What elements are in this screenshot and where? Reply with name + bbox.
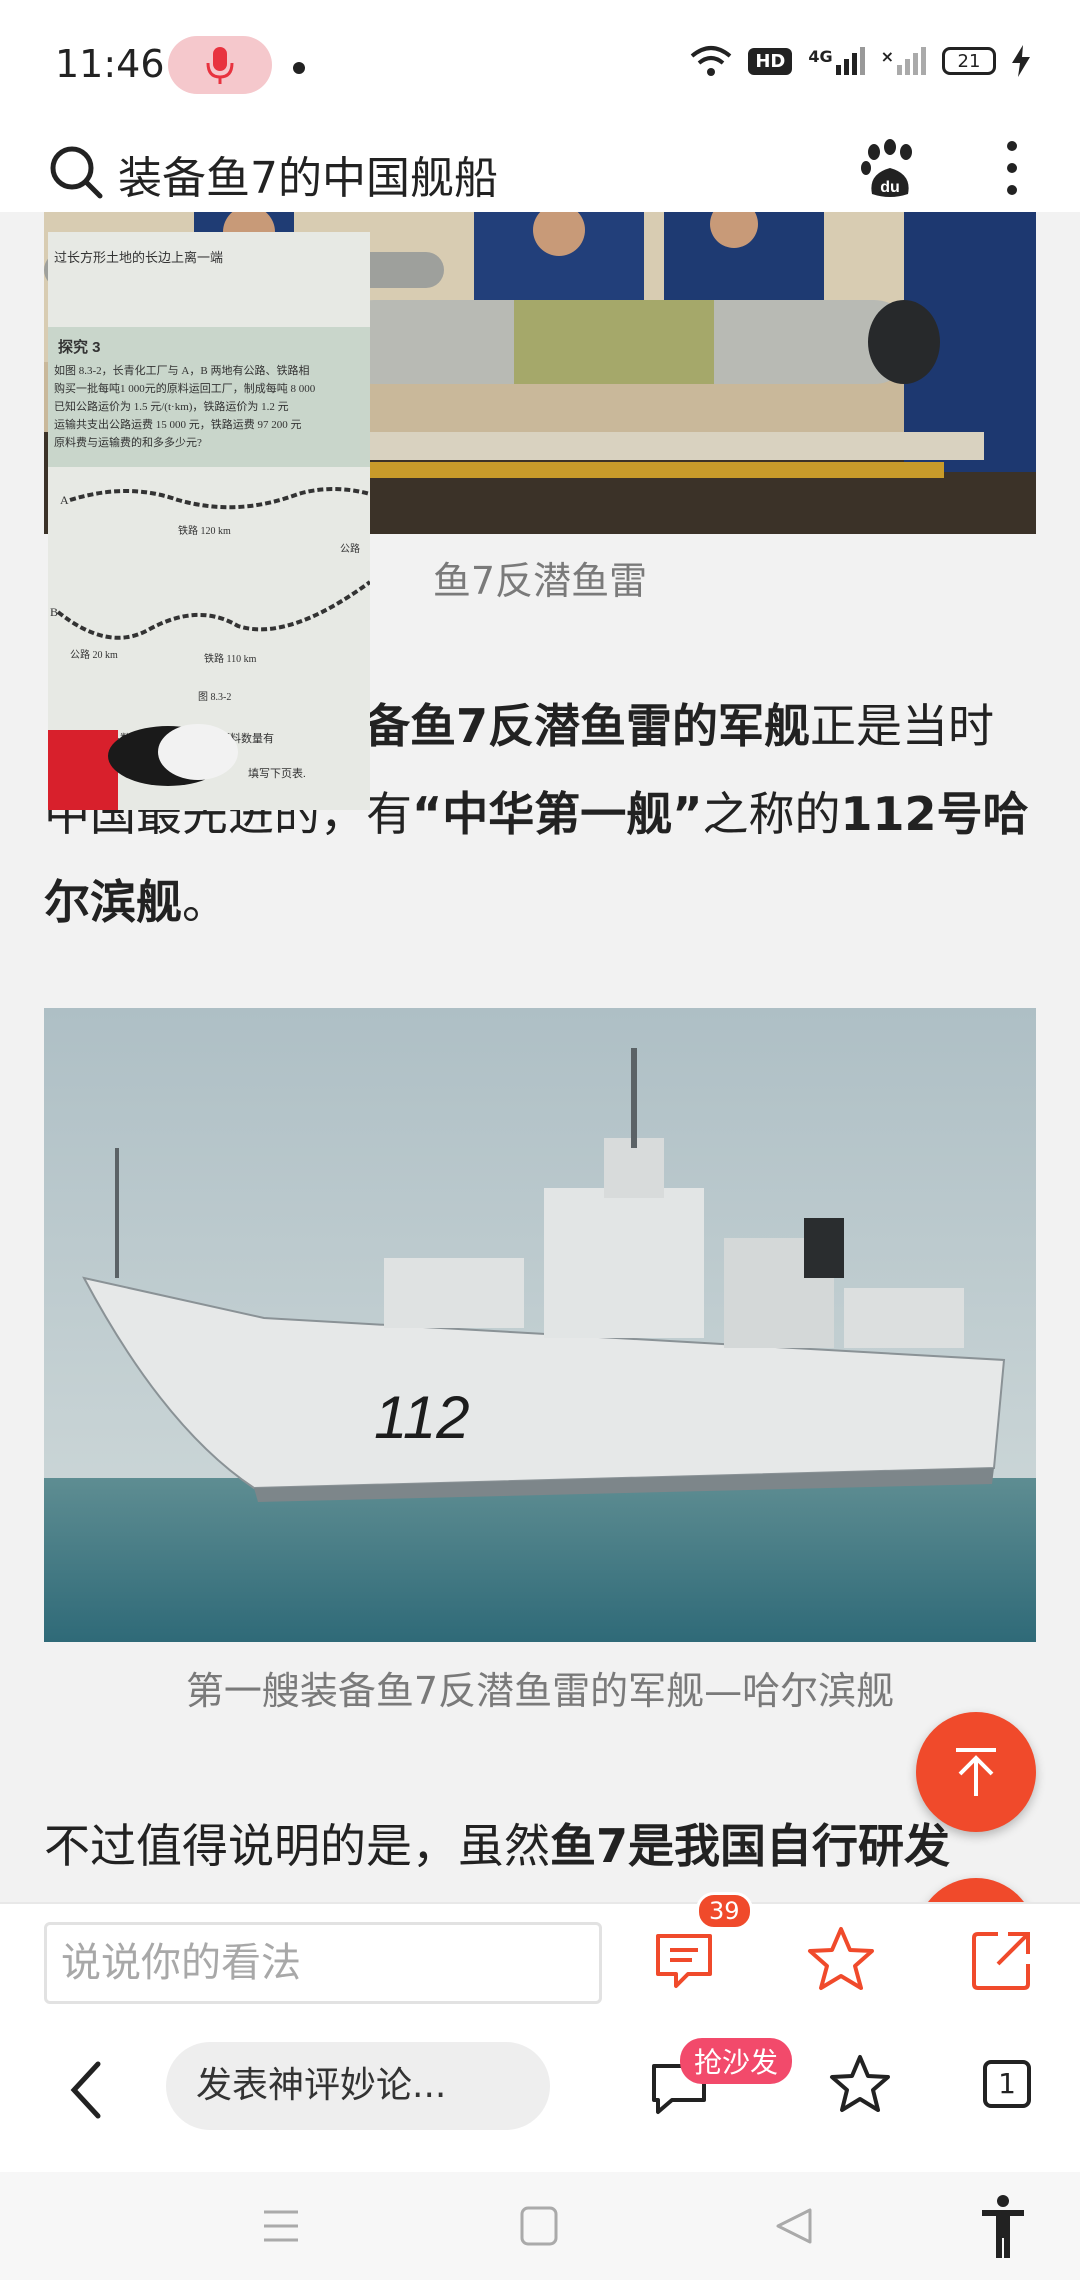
microphone-icon (206, 47, 234, 84)
overlay-section-title: 探究 3 (58, 338, 101, 356)
tab-count-button[interactable]: 1 (983, 2060, 1031, 2108)
article-paragraph-2: 不过值得说明的是，虽然鱼7是我国自行研发 (44, 1802, 1036, 1890)
grab-sofa-badge[interactable]: 抢沙发 (680, 2038, 793, 2084)
system-navigation-bar (0, 2172, 1080, 2280)
hd-voice-icon: HD (748, 47, 793, 75)
more-menu-icon[interactable] (1000, 132, 1024, 202)
search-query[interactable]: 装备鱼7的中国舰船 (118, 142, 498, 206)
para1-bold-2: “中华第一舰” (412, 787, 703, 841)
harbin-ship-photo: 112 (44, 1008, 1036, 1642)
para1-text-2: 之称的 (702, 787, 841, 841)
overlay-line-8: 填写下页表. (248, 766, 306, 780)
post-comment-pill[interactable]: 发表神评妙论... (166, 2042, 550, 2130)
overlay-label-a: A (60, 493, 69, 507)
overlay-fig-label: 图 8.3-2 (198, 691, 231, 703)
comment-count-badge: 39 (696, 1892, 753, 1930)
comment-input[interactable]: 说说你的看法 (44, 1922, 602, 2004)
para2-text-1: 不过值得说明的是，虽然 (44, 1819, 550, 1873)
arrow-up-icon (956, 1748, 996, 1796)
image-caption-2: 第一艘装备鱼7反潜鱼雷的军舰—哈尔滨舰 (185, 1669, 895, 1713)
para1-bold-1: 备鱼7反潜鱼雷的军舰 (364, 699, 811, 753)
comment-bar: 说说你的看法 39 (0, 1892, 1080, 2024)
baidu-paw-icon[interactable]: du (860, 138, 920, 202)
menu-icon[interactable] (262, 2208, 300, 2244)
home-square-icon[interactable] (520, 2206, 558, 2246)
overlay-line-1: 过长方形土地的长边上离一端 (54, 250, 223, 265)
status-time: 11:46 (55, 42, 165, 86)
floating-camera-preview[interactable]: 过长方形土地的长边上离一端 探究 3 如图 8.3-2，长青化工厂与 A，B 两… (48, 232, 370, 810)
article-content: 鱼7反潜鱼雷 备鱼7反潜鱼雷的军舰正是当时中国最先进的，有“中华第一舰”之称的1… (0, 212, 1080, 1902)
svg-text:du: du (880, 179, 900, 196)
hull-number: 112 (374, 1384, 470, 1451)
accessibility-icon[interactable] (980, 2194, 1026, 2260)
back-icon[interactable] (64, 2058, 108, 2122)
overlay-label-road20: 公路 20 km (70, 648, 118, 661)
search-icon[interactable] (48, 144, 104, 200)
overlay-label-rail120: 铁路 120 km (178, 524, 231, 537)
overlay-line-6: 原料费与运输费的和多多少元? (54, 435, 202, 449)
status-bar: 11:46 HD 4G × 21 (0, 0, 1080, 132)
status-icons: HD 4G × 21 (690, 44, 1030, 78)
overlay-line-5: 运输共支出公路运费 15 000 元，铁路运费 97 200 元 (54, 417, 302, 431)
search-bar[interactable]: 装备鱼7的中国舰船 du (0, 132, 1080, 214)
signal-no-service-icon: × (881, 47, 926, 75)
browser-bottom-bar: 发表神评妙论... 抢沙发 1 (0, 2022, 1080, 2172)
overlay-line-2: 如图 8.3-2，长青化工厂与 A，B 两地有公路、铁路相 (54, 363, 309, 377)
network-type: 4G (808, 47, 833, 66)
bookmark-star-icon[interactable] (828, 2052, 892, 2116)
share-icon[interactable] (968, 1928, 1034, 1994)
para2-bold-1: 鱼7是我国自行研发 (550, 1819, 951, 1873)
battery-icon: 21 (942, 47, 996, 75)
signal-4g-icon: 4G (808, 47, 865, 75)
overlay-line-4: 已知公路运价为 1.5 元/(t·km)，铁路运价为 1.2 元 (54, 399, 289, 413)
comments-icon[interactable] (652, 1928, 718, 1994)
back-to-top-button[interactable] (916, 1712, 1036, 1832)
mic-recording-indicator[interactable] (168, 36, 272, 94)
overlay-label-road: 公路 (340, 542, 360, 555)
para1-text-3: 。 (182, 875, 228, 929)
charging-icon (1012, 45, 1030, 77)
favorite-star-icon[interactable] (806, 1924, 876, 1994)
overlay-label-rail110: 铁路 110 km (204, 652, 257, 665)
back-triangle-icon[interactable] (774, 2206, 814, 2246)
overlay-label-b: B (50, 605, 58, 619)
overlay-line-3: 购买一批每吨1 000元的原料运回工厂，制成每吨 8 000 (54, 381, 316, 395)
wifi-icon (691, 46, 732, 76)
notification-dot (293, 62, 305, 74)
